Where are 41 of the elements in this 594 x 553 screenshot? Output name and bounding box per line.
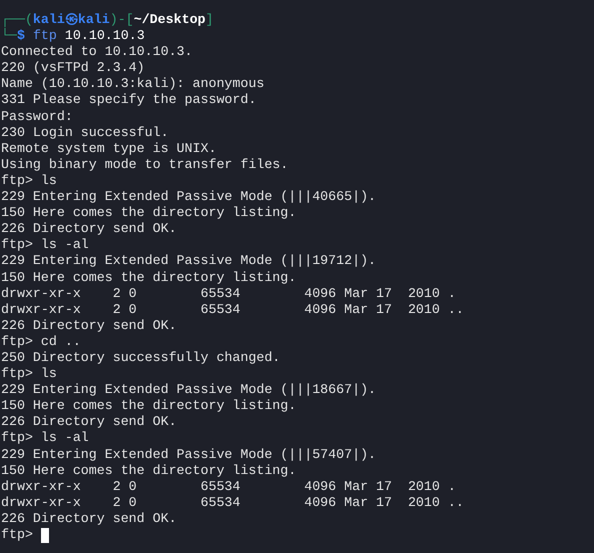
output-line: 226 Directory send OK. xyxy=(1,510,177,527)
output-line: 230 Login successful. xyxy=(1,124,169,141)
command-argument: 10.10.10.3 xyxy=(64,28,145,44)
current-path: ~/Desktop xyxy=(134,12,206,28)
ftp-prompt: ftp> xyxy=(1,527,33,544)
prompt-frame: ] xyxy=(206,12,214,28)
user-host: kali㉿kali xyxy=(32,12,110,28)
output-line: ftp> ls -al xyxy=(1,430,89,447)
output-line: 229 Entering Extended Passive Mode (|||19712|). xyxy=(1,253,376,270)
output-line: 150 Here comes the directory listing. xyxy=(1,462,296,479)
output-line: Using binary mode to transfer files. xyxy=(1,156,288,173)
command-name: ftp xyxy=(32,28,57,44)
output-line: 150 Here comes the directory listing. xyxy=(1,398,296,414)
output-line: Connected to 10.10.10.3. xyxy=(1,44,193,60)
prompt-frame: └─ xyxy=(1,28,17,44)
output-line: 229 Entering Extended Passive Mode (|||57407|). xyxy=(1,446,376,463)
output-line: 331 Please specify the password. xyxy=(1,92,256,109)
output-line: ftp> ls -al xyxy=(1,237,89,254)
output-line: 226 Directory send OK. xyxy=(1,414,177,430)
output-line: 229 Entering Extended Passive Mode (|||40665|). xyxy=(1,189,376,206)
output-line: drwxr-xr-x 2 0 65534 4096 Mar 17 2010 . xyxy=(1,478,456,495)
output-line: drwxr-xr-x 2 0 65534 4096 Mar 17 2010 . xyxy=(1,286,456,302)
output-line: 150 Here comes the directory listing. xyxy=(1,270,296,286)
output-line: drwxr-xr-x 2 0 65534 4096 Mar 17 2010 .. xyxy=(1,494,464,511)
prompt-frame: )-[ xyxy=(110,12,134,28)
output-line: 150 Here comes the directory listing. xyxy=(1,205,296,222)
output-line: drwxr-xr-x 2 0 65534 4096 Mar 17 2010 .. xyxy=(1,302,464,318)
output-line: Password: xyxy=(1,108,73,125)
output-line: 226 Directory send OK. xyxy=(1,318,177,334)
output-line: 226 Directory send OK. xyxy=(1,221,177,238)
output-line: 220 (vsFTPd 2.3.4) xyxy=(1,60,145,76)
output-line: ftp> cd .. xyxy=(1,334,81,350)
prompt-symbol: $ xyxy=(16,28,25,44)
output-line: Remote system type is UNIX. xyxy=(1,140,216,157)
output-line: ftp> ls xyxy=(1,172,57,190)
prompt-frame: ┌──( xyxy=(1,12,33,28)
output-line: Name (10.10.10.3:kali): anonymous xyxy=(1,76,264,92)
output-line: 250 Directory successfully changed. xyxy=(1,350,280,366)
output-line: ftp> ls xyxy=(1,366,57,382)
cursor-icon xyxy=(40,528,49,543)
output-line: 229 Entering Extended Passive Mode (|||18667|). xyxy=(1,382,376,398)
